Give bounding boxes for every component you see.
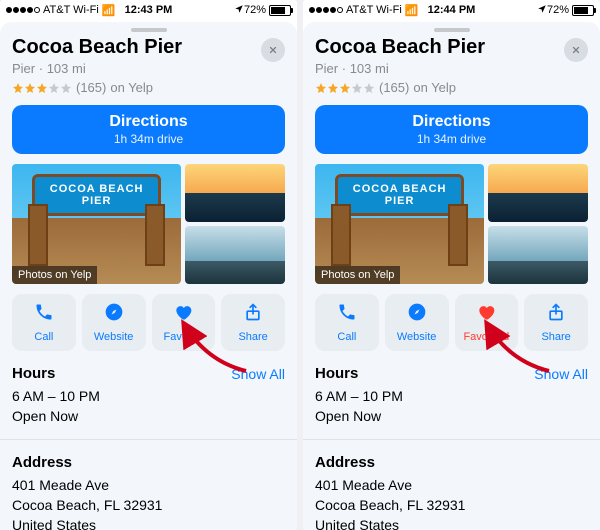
carrier-label: AT&T Wi-Fi — [43, 4, 99, 16]
photo-thumb[interactable] — [488, 226, 588, 284]
address-line: United States — [315, 515, 588, 530]
show-all-link[interactable]: Show All — [231, 366, 285, 382]
place-card: Cocoa Beach Pier Pier · 103 mi (165) on … — [303, 22, 600, 530]
place-subtitle: Pier · 103 mi — [12, 61, 285, 76]
website-button[interactable]: Website — [385, 294, 449, 351]
favorite-button[interactable]: Favorited — [455, 294, 519, 351]
place-card: Cocoa Beach Pier Pier · 103 mi (165) on … — [0, 22, 297, 530]
phone-screen: AT&T Wi-Fi 📶 12:44 PM 72% Cocoa Beach Pi… — [303, 0, 600, 530]
status-bar: AT&T Wi-Fi 📶 12:43 PM 72% — [0, 0, 297, 20]
drag-handle[interactable] — [434, 28, 470, 32]
address-line: 401 Meade Ave — [12, 475, 285, 495]
hours-heading: Hours — [315, 365, 358, 382]
address-heading: Address — [12, 454, 72, 471]
share-icon — [546, 302, 566, 327]
divider — [0, 439, 297, 440]
drag-handle[interactable] — [131, 28, 167, 32]
review-count: (165) — [76, 80, 106, 95]
rating-row[interactable]: (165) on Yelp — [315, 80, 588, 95]
close-button[interactable] — [564, 38, 588, 62]
hours-section: Hours Show All 6 AM – 10 PM Open Now — [315, 365, 588, 427]
phone-icon — [34, 302, 54, 327]
photos-source-badge: Photos on Yelp — [12, 266, 97, 284]
address-line: Cocoa Beach, FL 32931 — [315, 495, 588, 515]
photo-thumb[interactable] — [488, 164, 588, 222]
share-button[interactable]: Share — [221, 294, 285, 351]
address-line: 401 Meade Ave — [315, 475, 588, 495]
action-row: Call Website Favorited Share — [315, 294, 588, 351]
heart-icon — [173, 302, 193, 327]
compass-icon — [104, 302, 124, 327]
share-icon — [243, 302, 263, 327]
battery-icon — [269, 5, 291, 16]
rating-row[interactable]: (165) on Yelp — [12, 80, 285, 95]
photos-source-badge: Photos on Yelp — [315, 266, 400, 284]
clock: 12:44 PM — [428, 4, 476, 16]
battery-pct: 72% — [244, 4, 266, 16]
directions-button[interactable]: Directions 1h 34m drive — [12, 105, 285, 154]
photo-thumb[interactable] — [185, 226, 285, 284]
arch-sign: COCOA BEACH PIER — [32, 174, 161, 216]
address-line: United States — [12, 515, 285, 530]
photo-strip[interactable]: COCOA BEACH PIER Photos on Yelp — [315, 164, 588, 284]
hours-range: 6 AM – 10 PM — [315, 386, 588, 406]
website-button[interactable]: Website — [82, 294, 146, 351]
share-button[interactable]: Share — [524, 294, 588, 351]
star-icon — [12, 82, 72, 94]
hours-heading: Hours — [12, 365, 55, 382]
phone-screen: AT&T Wi-Fi 📶 12:43 PM 72% Cocoa Beach Pi… — [0, 0, 297, 530]
status-bar: AT&T Wi-Fi 📶 12:44 PM 72% — [303, 0, 600, 20]
star-icon — [315, 82, 375, 94]
hours-range: 6 AM – 10 PM — [12, 386, 285, 406]
location-icon — [537, 4, 547, 17]
hours-status: Open Now — [12, 406, 285, 426]
call-button[interactable]: Call — [315, 294, 379, 351]
heart-icon — [476, 302, 496, 327]
address-heading: Address — [315, 454, 375, 471]
action-row: Call Website Favorite Share — [12, 294, 285, 351]
place-title: Cocoa Beach Pier — [315, 36, 588, 59]
location-icon — [234, 4, 244, 17]
address-section: Address 401 Meade Ave Cocoa Beach, FL 32… — [315, 454, 588, 530]
photo-main[interactable]: COCOA BEACH PIER Photos on Yelp — [12, 164, 181, 284]
divider — [303, 439, 600, 440]
review-source: on Yelp — [110, 80, 153, 95]
review-source: on Yelp — [413, 80, 456, 95]
place-title: Cocoa Beach Pier — [12, 36, 285, 59]
call-button[interactable]: Call — [12, 294, 76, 351]
wifi-icon: 📶 — [405, 4, 419, 17]
arch-sign: COCOA BEACH PIER — [335, 174, 464, 216]
photo-main[interactable]: COCOA BEACH PIER Photos on Yelp — [315, 164, 484, 284]
phone-icon — [337, 302, 357, 327]
wifi-icon: 📶 — [102, 4, 116, 17]
close-button[interactable] — [261, 38, 285, 62]
clock: 12:43 PM — [125, 4, 173, 16]
battery-icon — [572, 5, 594, 16]
place-subtitle: Pier · 103 mi — [315, 61, 588, 76]
show-all-link[interactable]: Show All — [534, 366, 588, 382]
photo-thumb[interactable] — [185, 164, 285, 222]
battery-pct: 72% — [547, 4, 569, 16]
review-count: (165) — [379, 80, 409, 95]
compass-icon — [407, 302, 427, 327]
favorite-button[interactable]: Favorite — [152, 294, 216, 351]
carrier-label: AT&T Wi-Fi — [346, 4, 402, 16]
photo-strip[interactable]: COCOA BEACH PIER Photos on Yelp — [12, 164, 285, 284]
hours-section: Hours Show All 6 AM – 10 PM Open Now — [12, 365, 285, 427]
directions-button[interactable]: Directions 1h 34m drive — [315, 105, 588, 154]
hours-status: Open Now — [315, 406, 588, 426]
address-line: Cocoa Beach, FL 32931 — [12, 495, 285, 515]
address-section: Address 401 Meade Ave Cocoa Beach, FL 32… — [12, 454, 285, 530]
